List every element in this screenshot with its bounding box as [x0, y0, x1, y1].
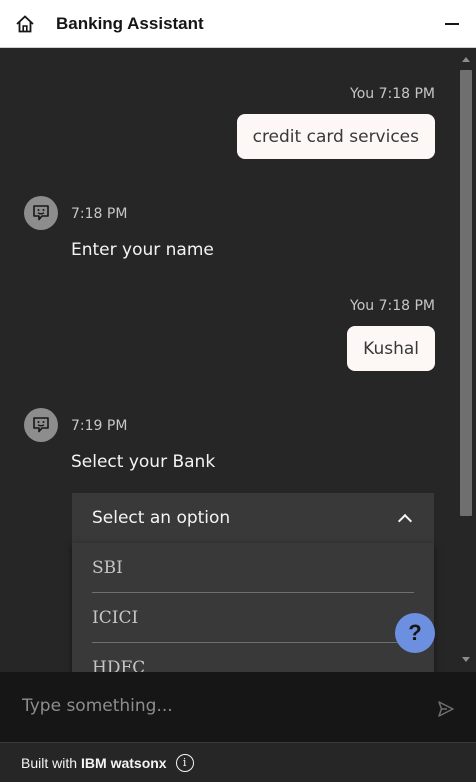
bot-icon	[33, 417, 49, 433]
page-title: Banking Assistant	[56, 13, 204, 33]
chevron-up-icon	[397, 513, 413, 529]
home-icon	[16, 14, 34, 32]
bot-message-text: Select your Bank	[71, 452, 216, 472]
info-icon[interactable]: i	[175, 753, 194, 772]
bot-message-time: 7:18 PM	[71, 206, 128, 222]
minimize-button[interactable]	[428, 0, 476, 48]
send-icon	[438, 701, 454, 717]
user-message-meta: You 7:18 PM	[350, 86, 435, 102]
user-message-bubble: Kushal	[347, 326, 435, 371]
composer	[0, 672, 476, 742]
bot-message-text: Enter your name	[71, 240, 214, 260]
user-message-meta: You 7:18 PM	[350, 298, 435, 314]
footer: Built with IBM watsonx i	[0, 742, 476, 782]
home-button[interactable]	[0, 0, 50, 48]
send-button[interactable]	[436, 699, 456, 719]
dropdown-option-hdfc[interactable]: HDFC	[92, 643, 414, 673]
help-button[interactable]: ?	[395, 613, 435, 653]
dropdown-option-icici[interactable]: ICICI	[92, 593, 414, 643]
bot-message-time: 7:19 PM	[71, 418, 128, 434]
chat-scrollbar[interactable]	[456, 48, 476, 672]
bank-dropdown[interactable]: Select an option SBI ICICI HDFC	[72, 493, 434, 672]
message-input[interactable]	[22, 696, 422, 716]
dropdown-selected-value: Select an option	[92, 508, 231, 528]
scroll-thumb[interactable]	[460, 70, 472, 516]
footer-built-with: Built with	[21, 754, 78, 771]
bot-icon	[33, 205, 49, 221]
scroll-down-arrow-icon[interactable]	[462, 657, 470, 662]
footer-brand: IBM watsonx	[81, 754, 167, 771]
bot-avatar	[24, 196, 58, 230]
scroll-up-arrow-icon[interactable]	[462, 57, 470, 62]
minimize-icon	[445, 23, 459, 25]
bot-avatar	[24, 408, 58, 442]
dropdown-toggle[interactable]: Select an option	[72, 493, 434, 543]
user-message-bubble: credit card services	[236, 114, 435, 159]
chat-log[interactable]: You 7:18 PM credit card services 7:18 PM…	[0, 48, 476, 672]
dropdown-options: SBI ICICI HDFC	[72, 543, 434, 672]
dropdown-option-sbi[interactable]: SBI	[92, 543, 414, 593]
chat-header: Banking Assistant	[0, 0, 476, 48]
